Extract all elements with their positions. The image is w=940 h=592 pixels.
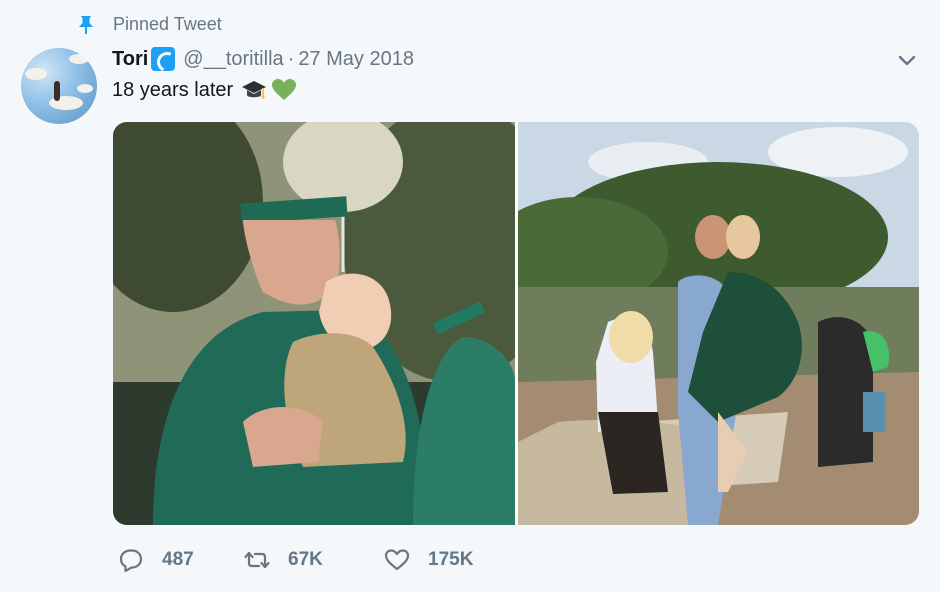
- heart-icon: [384, 549, 410, 571]
- reply-button[interactable]: 487: [118, 548, 244, 572]
- pinned-indicator: Pinned Tweet: [77, 14, 222, 35]
- chevron-down-icon[interactable]: [897, 54, 917, 68]
- graduation-photo-2000[interactable]: [113, 122, 515, 525]
- retweet-count: 67K: [288, 549, 323, 570]
- tweet-header: Tori @__toritilla · 27 May 2018: [112, 47, 414, 71]
- display-name[interactable]: Tori: [112, 48, 148, 71]
- like-count: 175K: [428, 549, 474, 570]
- tweet-date[interactable]: 27 May 2018: [298, 48, 414, 71]
- green-heart-emoji: [272, 79, 297, 100]
- reply-icon: [119, 549, 143, 572]
- pinned-label: Pinned Tweet: [113, 14, 222, 34]
- date-separator: ·: [287, 47, 295, 70]
- graduation-cap-emoji: [242, 81, 267, 99]
- tweet-text-row: 18 years later: [112, 78, 297, 102]
- tweet-text: 18 years later: [112, 78, 234, 101]
- tweet-actions: 487 67K 175K: [118, 548, 473, 572]
- like-button[interactable]: 175K: [384, 548, 473, 572]
- pinned-tweet[interactable]: Pinned Tweet Tori @__toritilla · 27 May …: [0, 0, 940, 592]
- reply-count: 487: [162, 549, 194, 570]
- retweet-icon: [244, 551, 270, 569]
- pin-icon: [79, 15, 93, 34]
- retweet-button[interactable]: 67K: [244, 548, 384, 572]
- tweet-media[interactable]: [113, 122, 919, 525]
- avatar[interactable]: [21, 48, 97, 124]
- graduation-photo-2018[interactable]: [518, 122, 919, 525]
- user-handle[interactable]: @__toritilla: [183, 48, 283, 71]
- water-wave-emoji: [151, 47, 176, 71]
